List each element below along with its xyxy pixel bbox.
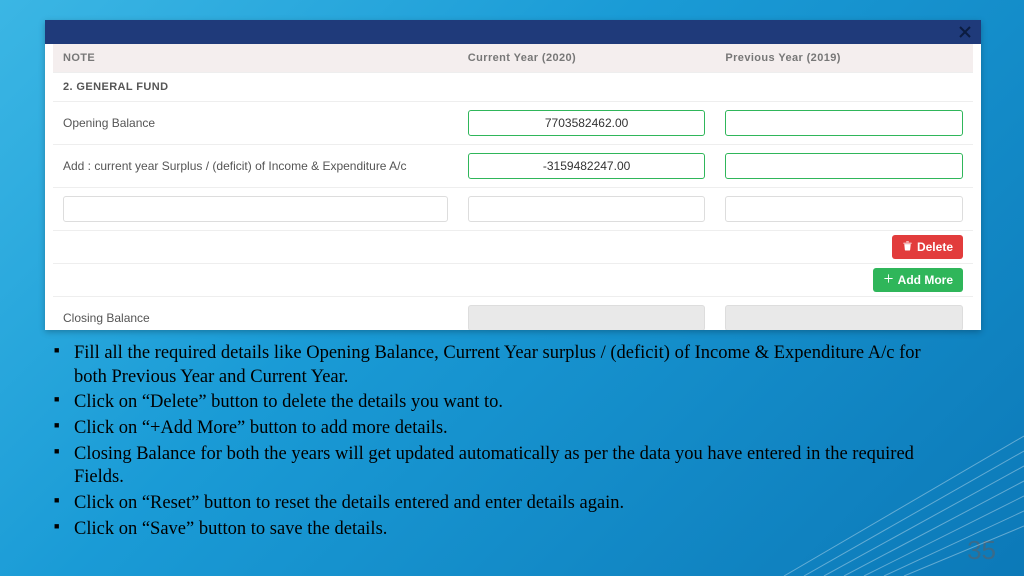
instructions: Fill all the required details like Openi… xyxy=(54,342,954,543)
closing-previous xyxy=(725,305,963,330)
panel-header xyxy=(45,20,981,44)
closing-label: Closing Balance xyxy=(53,297,458,331)
instruction-item: Click on “Save” button to save the detai… xyxy=(54,518,954,542)
col-current-header: Current Year (2020) xyxy=(458,44,716,73)
instruction-item: Click on “+Add More” button to add more … xyxy=(54,417,954,441)
closing-row: Closing Balance xyxy=(53,297,973,331)
closing-current xyxy=(468,305,706,330)
trash-icon xyxy=(902,240,913,254)
form-panel: NOTE Current Year (2020) Previous Year (… xyxy=(45,20,981,330)
row-label: Opening Balance xyxy=(53,102,458,145)
delete-row: Delete xyxy=(53,231,973,264)
table-header-row: NOTE Current Year (2020) Previous Year (… xyxy=(53,44,973,73)
instruction-item: Click on “Delete” button to delete the d… xyxy=(54,391,954,415)
plus-icon xyxy=(883,273,894,287)
instruction-item: Click on “Reset” button to reset the det… xyxy=(54,492,954,516)
page-number: 35 xyxy=(967,535,996,566)
instruction-item: Closing Balance for both the years will … xyxy=(54,443,954,490)
addmore-row: Add More xyxy=(53,264,973,297)
section-row: 2. GENERAL FUND xyxy=(53,73,973,102)
add-more-label: Add More xyxy=(898,273,953,287)
close-icon[interactable] xyxy=(955,22,975,42)
table-row: Opening Balance xyxy=(53,102,973,145)
col-previous-header: Previous Year (2019) xyxy=(715,44,973,73)
add-more-button[interactable]: Add More xyxy=(873,268,963,292)
row-label: Add : current year Surplus / (deficit) o… xyxy=(53,145,458,188)
current-year-input[interactable] xyxy=(468,153,706,179)
section-title: 2. GENERAL FUND xyxy=(53,73,973,102)
fund-table: NOTE Current Year (2020) Previous Year (… xyxy=(53,44,973,330)
current-year-input[interactable] xyxy=(468,110,706,136)
instruction-item: Fill all the required details like Openi… xyxy=(54,342,954,389)
table-row: Add : current year Surplus / (deficit) o… xyxy=(53,145,973,188)
current-year-input[interactable] xyxy=(468,196,706,222)
delete-label: Delete xyxy=(917,240,953,254)
table-row-blank xyxy=(53,188,973,231)
panel-body: NOTE Current Year (2020) Previous Year (… xyxy=(45,44,981,330)
previous-year-input[interactable] xyxy=(725,110,963,136)
delete-button[interactable]: Delete xyxy=(892,235,963,259)
note-input[interactable] xyxy=(63,196,448,222)
previous-year-input[interactable] xyxy=(725,196,963,222)
previous-year-input[interactable] xyxy=(725,153,963,179)
col-note-header: NOTE xyxy=(53,44,458,73)
